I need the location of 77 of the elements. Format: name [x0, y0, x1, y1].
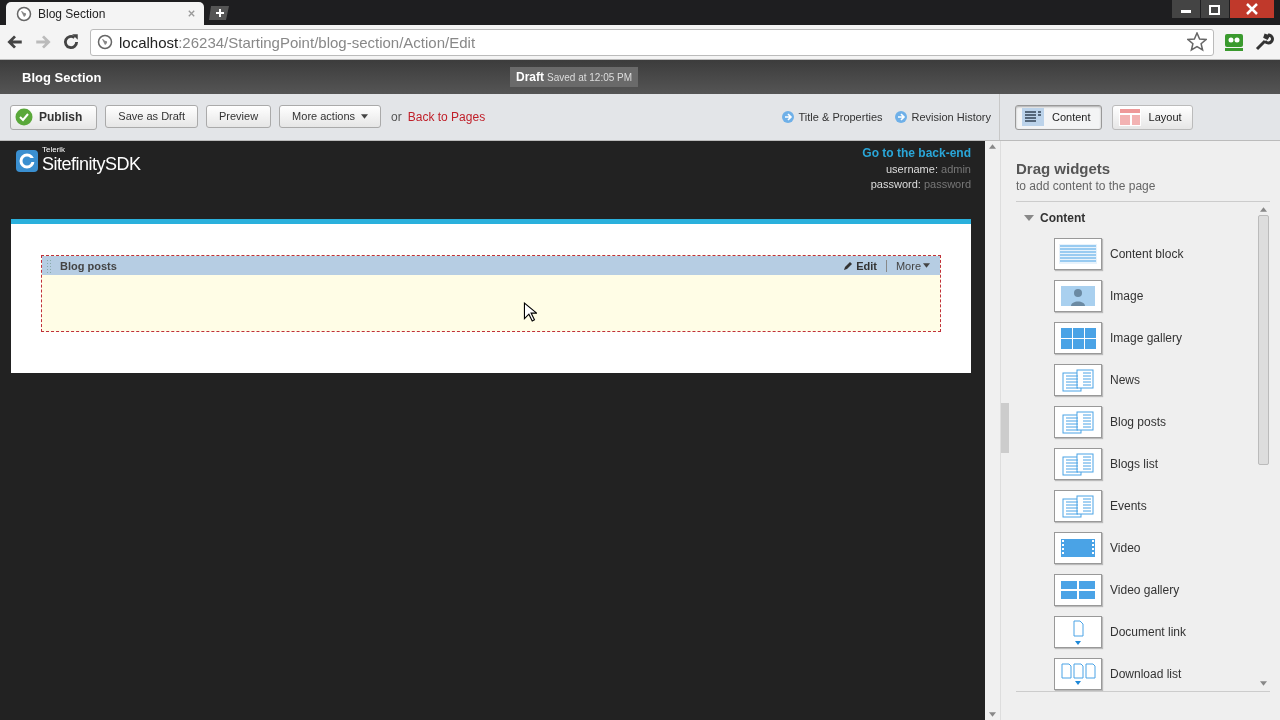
more-actions-button[interactable]: More actions: [279, 104, 382, 128]
caret-icon: [361, 113, 369, 119]
arrow-icon: [894, 111, 907, 123]
cursor-icon: [523, 302, 537, 322]
toolbar-button[interactable]: Preview: [206, 104, 272, 128]
publish-button[interactable]: Publish: [10, 104, 98, 130]
docs-widget-icon: [1054, 658, 1102, 690]
scroll-up-icon[interactable]: [1260, 207, 1267, 212]
scrollbar[interactable]: [985, 141, 1000, 720]
widget-item[interactable]: Events: [1054, 490, 1257, 522]
reload-icon[interactable]: [62, 33, 80, 51]
toolbar-link[interactable]: Revision History: [894, 111, 991, 123]
doc-widget-icon: [1054, 616, 1102, 648]
video-widget-icon: [1054, 532, 1102, 564]
back-end-link[interactable]: Go to the back-end: [862, 146, 971, 160]
address-bar[interactable]: localhost:26234/StartingPoint/blog-section/Action/Edit: [90, 28, 1214, 56]
edit-link[interactable]: Edit: [843, 259, 877, 272]
image-widget-icon: [1054, 280, 1102, 312]
or-text: or: [391, 110, 402, 124]
saved-time: Saved at 12:05 PM: [547, 72, 633, 83]
browser-tab[interactable]: Blog Section: [6, 2, 204, 25]
widget-item[interactable]: Document link: [1054, 616, 1257, 648]
widget-title-bar[interactable]: Blog posts Edit More: [42, 256, 940, 275]
scroll-up-icon[interactable]: [989, 144, 996, 149]
password-text: password: password: [870, 178, 971, 190]
toolbar-link[interactable]: Title & Properties: [781, 111, 883, 123]
lines-widget-icon: [1054, 238, 1102, 270]
extension-icon[interactable]: [1224, 32, 1244, 52]
list-widget-icon: [1054, 406, 1102, 438]
list-widget-icon: [1054, 364, 1102, 396]
section-header[interactable]: Content: [1024, 208, 1257, 228]
widget-item[interactable]: Content block: [1054, 238, 1257, 270]
list-widget-icon: [1054, 448, 1102, 480]
videos-widget-icon: [1054, 574, 1102, 606]
panel-subtitle: to add content to the page: [1016, 179, 1157, 193]
grid-widget-icon: [1054, 322, 1102, 354]
list-widget-icon: [1054, 490, 1102, 522]
caret-icon: [923, 263, 930, 268]
widget-title: Blog posts: [60, 259, 117, 272]
url-text: localhost:26234/StartingPoint/blog-section/Action/Edit: [119, 33, 476, 51]
widget-item[interactable]: Image: [1054, 280, 1257, 312]
restore-icon[interactable]: [1201, 0, 1229, 18]
arrow-icon: [781, 111, 794, 123]
panel-title: Drag widgets: [1016, 160, 1112, 177]
widget-item[interactable]: Blogs list: [1054, 448, 1257, 480]
tab-title: Blog Section: [38, 6, 107, 21]
logo: Telerik SitefinitySDK: [15, 145, 141, 174]
close-icon[interactable]: [187, 9, 196, 18]
widget-item[interactable]: Video: [1054, 532, 1257, 564]
widget-item[interactable]: Image gallery: [1054, 322, 1257, 354]
scroll-down-icon[interactable]: [989, 712, 996, 717]
page-title: Blog Section: [22, 69, 103, 85]
content-icon: [1022, 108, 1044, 126]
pencil-icon: [843, 260, 854, 271]
close-icon[interactable]: [1230, 0, 1274, 18]
widget-item[interactable]: Video gallery: [1054, 574, 1257, 606]
minimize-icon[interactable]: [1172, 0, 1200, 18]
draft-label: Draft: [516, 70, 544, 84]
widget-item[interactable]: News: [1054, 364, 1257, 396]
toolbar-button[interactable]: Save as Draft: [105, 104, 198, 128]
mode-tab[interactable]: Content: [1015, 104, 1102, 130]
layout-icon: [1118, 108, 1141, 126]
star-icon[interactable]: [1187, 32, 1207, 52]
back-icon[interactable]: [6, 33, 24, 51]
expand-icon: [1024, 213, 1034, 223]
more-menu[interactable]: More: [895, 259, 930, 272]
mode-tab[interactable]: Layout: [1111, 104, 1193, 130]
widget-item[interactable]: Blog posts: [1054, 406, 1257, 438]
new-tab-icon[interactable]: [208, 5, 232, 21]
check-icon: [15, 108, 33, 126]
scroll-down-icon[interactable]: [1260, 681, 1267, 686]
wrench-icon[interactable]: [1254, 32, 1274, 52]
username-text: username: admin: [886, 163, 971, 175]
forward-icon[interactable]: [34, 33, 52, 51]
back-to-pages-link[interactable]: Back to Pages: [407, 110, 486, 124]
panel-collapse-handle[interactable]: [1001, 403, 1009, 453]
widget-item[interactable]: Download list: [1054, 658, 1257, 690]
